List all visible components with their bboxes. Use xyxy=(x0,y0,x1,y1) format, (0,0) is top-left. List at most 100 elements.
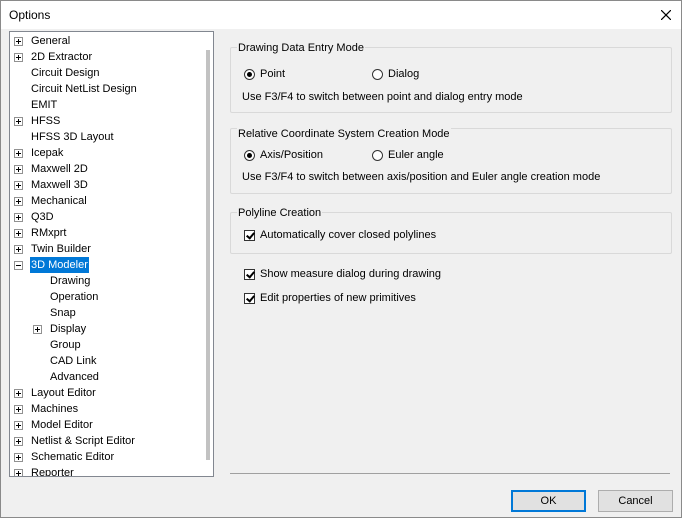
expand-icon[interactable] xyxy=(14,469,23,476)
show-measure-label: Show measure dialog during drawing xyxy=(260,268,441,280)
tree-item-label: Twin Builder xyxy=(31,243,91,255)
tree-item-display[interactable]: Display xyxy=(10,321,200,337)
tree-item-snap[interactable]: Snap xyxy=(10,305,200,321)
checkbox-edit-properties[interactable]: Edit properties of new primitives xyxy=(244,290,416,306)
edit-properties-label: Edit properties of new primitives xyxy=(260,292,416,304)
tree-item-hfss-3d-layout[interactable]: HFSS 3D Layout xyxy=(10,129,200,145)
expand-icon[interactable] xyxy=(14,421,23,430)
tree-item-cad-link[interactable]: CAD Link xyxy=(10,353,200,369)
tree-item-label: Advanced xyxy=(50,371,99,383)
auto-cover-label: Automatically cover closed polylines xyxy=(260,229,437,241)
tree-item-rmxprt[interactable]: RMxprt xyxy=(10,225,200,241)
tree-item-netlist-script-editor[interactable]: Netlist & Script Editor xyxy=(10,433,200,449)
tree-item-operation[interactable]: Operation xyxy=(10,289,200,305)
radio-point[interactable]: Point xyxy=(244,66,285,82)
tree-item-drawing[interactable]: Drawing xyxy=(10,273,200,289)
radio-point-indicator[interactable] xyxy=(244,68,255,80)
tree-item-label: RMxprt xyxy=(31,227,67,239)
tree-item-q3d[interactable]: Q3D xyxy=(10,209,200,225)
tree-item-advanced[interactable]: Advanced xyxy=(10,369,200,385)
radio-axis-indicator[interactable] xyxy=(244,149,255,161)
tree-item-machines[interactable]: Machines xyxy=(10,401,200,417)
tree-item-label: Icepak xyxy=(31,147,64,159)
radio-euler-indicator[interactable] xyxy=(372,149,383,161)
tree-item-label: 2D Extractor xyxy=(31,51,93,63)
tree-item-label: Machines xyxy=(31,403,79,415)
expand-icon[interactable] xyxy=(14,181,23,190)
checkbox-show-measure[interactable]: Show measure dialog during drawing xyxy=(244,266,441,282)
expand-icon[interactable] xyxy=(14,405,23,414)
tree-scrollbar[interactable] xyxy=(203,32,213,476)
radio-dialog[interactable]: Dialog xyxy=(372,66,419,82)
auto-cover-checkbox[interactable] xyxy=(244,229,255,241)
radio-euler-angle[interactable]: Euler angle xyxy=(372,147,444,163)
tree-item-mechanical[interactable]: Mechanical xyxy=(10,193,200,209)
radio-dialog-indicator[interactable] xyxy=(372,68,383,80)
radio-axis-position[interactable]: Axis/Position xyxy=(244,147,323,163)
collapse-icon[interactable] xyxy=(14,261,23,270)
tree-item-general[interactable]: General xyxy=(10,33,200,49)
cancel-button[interactable]: Cancel xyxy=(598,490,673,512)
show-measure-checkbox[interactable] xyxy=(244,268,255,280)
tree-item-maxwell-2d[interactable]: Maxwell 2D xyxy=(10,161,200,177)
expand-icon[interactable] xyxy=(14,389,23,398)
drawing-mode-hint: Use F3/F4 to switch between point and di… xyxy=(242,91,523,103)
tree-item-3d-modeler[interactable]: 3D Modeler xyxy=(10,257,200,273)
tree-item-model-editor[interactable]: Model Editor xyxy=(10,417,200,433)
tree-item-label: Reporter xyxy=(31,467,74,477)
tree-item-hfss[interactable]: HFSS xyxy=(10,113,200,129)
tree-item-label: Model Editor xyxy=(31,419,93,431)
radio-euler-label: Euler angle xyxy=(388,149,444,161)
expand-icon[interactable] xyxy=(14,117,23,126)
tree-item-label: Circuit Design xyxy=(31,67,100,79)
expand-icon[interactable] xyxy=(14,245,23,254)
expand-icon[interactable] xyxy=(14,229,23,238)
tree-item-label: HFSS xyxy=(31,115,61,127)
tree-item-label: 3D Modeler xyxy=(30,257,89,273)
expand-icon[interactable] xyxy=(14,437,23,446)
drawing-mode-title: Drawing Data Entry Mode xyxy=(237,41,365,55)
ok-button[interactable]: OK xyxy=(511,490,586,512)
close-button[interactable] xyxy=(651,1,681,29)
checkbox-auto-cover[interactable]: Automatically cover closed polylines xyxy=(244,227,436,243)
window-title: Options xyxy=(9,8,51,22)
polyline-title: Polyline Creation xyxy=(237,206,323,220)
separator xyxy=(230,473,670,474)
tree-item-label: Snap xyxy=(50,307,76,319)
tree-item-label: Display xyxy=(50,323,87,335)
expand-icon[interactable] xyxy=(14,149,23,158)
tree-item-twin-builder[interactable]: Twin Builder xyxy=(10,241,200,257)
scrollbar-thumb[interactable] xyxy=(206,50,210,460)
expand-icon[interactable] xyxy=(33,325,42,334)
tree-item-circuit-netlist-design[interactable]: Circuit NetList Design xyxy=(10,81,200,97)
tree-item-group[interactable]: Group xyxy=(10,337,200,353)
expand-icon[interactable] xyxy=(14,53,23,62)
expand-icon[interactable] xyxy=(14,453,23,462)
close-icon xyxy=(661,10,671,20)
expand-icon[interactable] xyxy=(14,197,23,206)
tree-item-emit[interactable]: EMIT xyxy=(10,97,200,113)
expand-icon[interactable] xyxy=(14,213,23,222)
edit-properties-checkbox[interactable] xyxy=(244,292,255,304)
tree-item-maxwell-3d[interactable]: Maxwell 3D xyxy=(10,177,200,193)
tree-item-reporter[interactable]: Reporter xyxy=(10,465,200,477)
tree-item-label: Mechanical xyxy=(31,195,87,207)
tree-item-label: Maxwell 2D xyxy=(31,163,88,175)
expand-icon[interactable] xyxy=(14,37,23,46)
coord-mode-hint: Use F3/F4 to switch between axis/positio… xyxy=(242,171,601,183)
tree-item-label: Circuit NetList Design xyxy=(31,83,137,95)
tree-item-circuit-design[interactable]: Circuit Design xyxy=(10,65,200,81)
tree-item-schematic-editor[interactable]: Schematic Editor xyxy=(10,449,200,465)
tree-item-label: General xyxy=(31,35,71,47)
tree-item-label: Netlist & Script Editor xyxy=(31,435,135,447)
options-dialog: Options General 2D Extractor Circuit Desig… xyxy=(0,0,682,518)
tree-item-label: Operation xyxy=(50,291,99,303)
tree-item-label: EMIT xyxy=(31,99,58,111)
radio-dialog-label: Dialog xyxy=(388,68,420,80)
tree-item-layout-editor[interactable]: Layout Editor xyxy=(10,385,200,401)
tree-item-2d-extractor[interactable]: 2D Extractor xyxy=(10,49,200,65)
expand-icon[interactable] xyxy=(14,165,23,174)
options-tree[interactable]: General 2D Extractor Circuit Design Circuit… xyxy=(9,31,214,477)
tree-item-label: HFSS 3D Layout xyxy=(31,131,114,143)
tree-item-icepak[interactable]: Icepak xyxy=(10,145,200,161)
